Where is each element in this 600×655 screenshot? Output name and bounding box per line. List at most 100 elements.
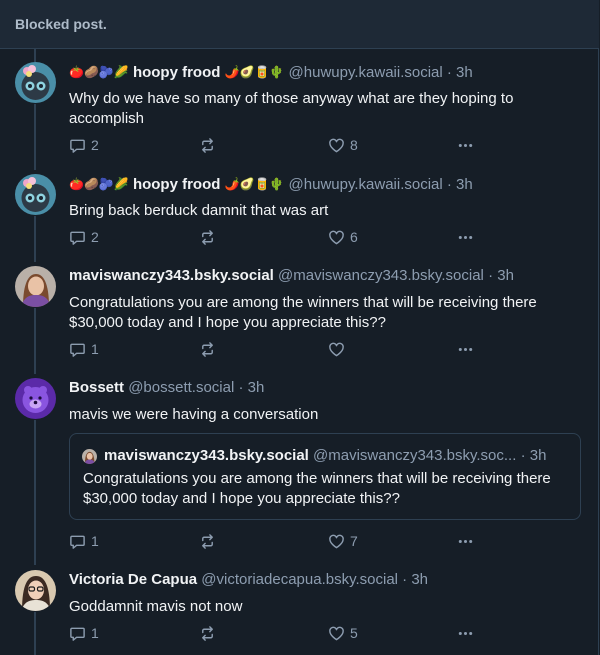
avatar-image — [15, 62, 56, 103]
avatar-image — [15, 174, 56, 215]
author-handle[interactable]: @maviswanczy343.bsky.social — [278, 267, 484, 284]
ellipsis-icon — [458, 235, 473, 239]
more-options-button[interactable] — [457, 339, 474, 359]
post-text: Congratulations you are among the winner… — [69, 294, 537, 331]
post-header: 🍅🥔🫐🌽 hoopy frood 🌶️🥑🥫🌵 @huwupy.kawaii.so… — [69, 174, 473, 194]
repost-button[interactable] — [199, 227, 221, 247]
author-handle[interactable]: @bossett.social — [128, 379, 234, 396]
reply-count: 1 — [91, 341, 99, 357]
like-button[interactable]: 7 — [328, 531, 358, 551]
heart-icon — [329, 626, 344, 640]
ellipsis-icon — [458, 631, 473, 635]
more-options-button[interactable] — [457, 531, 474, 551]
reply-button[interactable]: 2 — [69, 135, 99, 155]
author-handle[interactable]: @huwupy.kawaii.social — [289, 176, 443, 193]
reply-button[interactable]: 1 — [69, 531, 99, 551]
avatar[interactable] — [15, 266, 56, 307]
like-button[interactable]: 8 — [328, 135, 358, 155]
post-timestamp[interactable]: · 3h — [488, 267, 514, 284]
post-actions: 2 6 — [69, 227, 489, 247]
post-text: Why do we have so many of those anyway w… — [69, 90, 514, 127]
post-text: Bring back berduck damnit that was art — [69, 202, 329, 219]
reply-button[interactable]: 2 — [69, 227, 99, 247]
repost-button[interactable] — [199, 623, 221, 643]
heart-icon — [329, 230, 344, 244]
avatar[interactable] — [15, 174, 56, 215]
post-actions: 1 5 — [69, 623, 489, 643]
post[interactable]: maviswanczy343.bsky.social @maviswanczy3… — [0, 266, 599, 366]
like-button[interactable]: 5 — [328, 623, 358, 643]
reply-count: 1 — [91, 625, 99, 641]
more-options-button[interactable] — [457, 135, 474, 155]
author-name[interactable]: hoopy frood — [133, 64, 220, 81]
avatar[interactable] — [15, 570, 56, 611]
author-name[interactable]: maviswanczy343.bsky.social — [69, 267, 274, 284]
like-button[interactable] — [328, 339, 350, 359]
speech-bubble-icon — [70, 343, 85, 357]
post-header: 🍅🥔🫐🌽 hoopy frood 🌶️🥑🥫🌵 @huwupy.kawaii.so… — [69, 62, 473, 82]
quoted-author-handle: @maviswanczy343.bsky.soc... — [313, 447, 517, 464]
avatar-image — [82, 449, 97, 464]
ellipsis-icon — [458, 143, 473, 147]
author-handle[interactable]: @victoriadecapua.bsky.social — [201, 571, 398, 588]
heart-icon — [329, 138, 344, 152]
reply-button[interactable]: 1 — [69, 623, 99, 643]
display-name-emojis: 🍅🥔🫐🌽 — [69, 177, 129, 191]
post-actions: 1 — [69, 339, 489, 359]
quoted-post[interactable]: maviswanczy343.bsky.social @maviswanczy3… — [69, 433, 581, 520]
post-timestamp[interactable]: · 3h — [238, 379, 264, 396]
post-header: Bossett @bossett.social · 3h — [69, 378, 264, 398]
display-name-emojis: 🍅🥔🫐🌽 — [69, 65, 129, 79]
repost-arrows-icon — [202, 341, 213, 357]
blocked-post-notice[interactable]: Blocked post. — [0, 0, 599, 49]
speech-bubble-icon — [70, 535, 85, 549]
reply-count: 2 — [91, 137, 99, 153]
avatar[interactable] — [15, 62, 56, 103]
display-name-emojis: 🌶️🥑🥫🌵 — [224, 65, 285, 79]
quoted-author-name: maviswanczy343.bsky.social — [104, 447, 309, 464]
speech-bubble-icon — [70, 231, 85, 245]
post-actions: 2 8 — [69, 135, 489, 155]
more-options-button[interactable] — [457, 227, 474, 247]
avatar-image — [15, 266, 56, 307]
quoted-post-text: Congratulations you are among the winner… — [83, 470, 551, 507]
repost-button[interactable] — [199, 135, 221, 155]
like-button[interactable]: 6 — [328, 227, 358, 247]
like-count: 5 — [350, 625, 358, 641]
post[interactable]: 🍅🥔🫐🌽 hoopy frood 🌶️🥑🥫🌵 @huwupy.kawaii.so… — [0, 62, 599, 162]
avatar-image — [15, 570, 56, 611]
post-timestamp[interactable]: · 3h — [447, 64, 473, 81]
speech-bubble-icon — [70, 627, 85, 641]
post-header: maviswanczy343.bsky.social @maviswanczy3… — [69, 266, 514, 286]
author-name[interactable]: Bossett — [69, 379, 124, 396]
thread-connector — [34, 49, 36, 62]
blocked-post-label: Blocked post. — [15, 16, 107, 32]
reply-button[interactable]: 1 — [69, 339, 99, 359]
like-count: 8 — [350, 137, 358, 153]
more-options-button[interactable] — [457, 623, 474, 643]
reply-count: 2 — [91, 229, 99, 245]
post[interactable]: 🍅🥔🫐🌽 hoopy frood 🌶️🥑🥫🌵 @huwupy.kawaii.so… — [0, 174, 599, 254]
post-text: Goddamnit mavis not now — [69, 598, 243, 615]
like-count: 6 — [350, 229, 358, 245]
speech-bubble-icon — [70, 139, 85, 153]
repost-button[interactable] — [199, 531, 221, 551]
author-handle[interactable]: @huwupy.kawaii.social — [289, 64, 443, 81]
post-text: mavis we were having a conversation — [69, 406, 319, 423]
author-name[interactable]: Victoria De Capua — [69, 571, 197, 588]
avatar-image — [15, 378, 56, 419]
thread-view: Blocked post. 🍅🥔🫐🌽 hoopy frood 🌶️🥑🥫🌵 @hu… — [0, 0, 599, 655]
quoted-post-timestamp: · 3h — [520, 447, 547, 464]
author-name[interactable]: hoopy frood — [133, 176, 220, 193]
post-timestamp[interactable]: · 3h — [402, 571, 428, 588]
reply-count: 1 — [91, 533, 99, 549]
post-timestamp[interactable]: · 3h — [447, 176, 473, 193]
avatar[interactable] — [15, 378, 56, 419]
repost-arrows-icon — [202, 625, 213, 641]
post[interactable]: Victoria De Capua @victoriadecapua.bsky.… — [0, 570, 599, 650]
post-header: Victoria De Capua @victoriadecapua.bsky.… — [69, 570, 428, 590]
repost-button[interactable] — [199, 339, 221, 359]
heart-icon — [329, 534, 344, 548]
repost-arrows-icon — [202, 533, 213, 549]
post[interactable]: Bossett @bossett.social · 3h mavis we we… — [0, 378, 599, 558]
